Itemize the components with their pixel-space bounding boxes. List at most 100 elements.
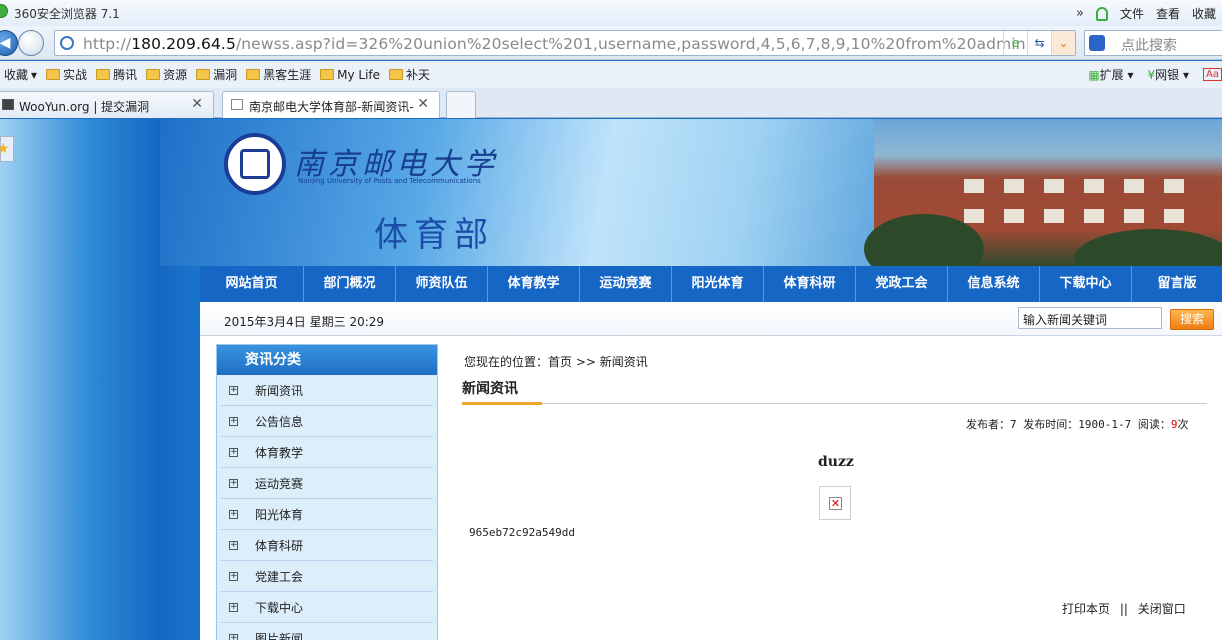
folder-icon: [46, 69, 61, 80]
fav-collect[interactable]: 收藏 ▾: [4, 66, 37, 83]
search-button[interactable]: 搜索: [1170, 309, 1214, 330]
nav-info-system[interactable]: 信息系统: [948, 266, 1040, 302]
category-title: 资讯分类: [217, 345, 437, 375]
print-link[interactable]: 打印本页: [1062, 602, 1110, 616]
menu-favorites[interactable]: 收藏: [1192, 5, 1216, 22]
broken-image-icon: ✕: [819, 486, 851, 520]
nav-teaching[interactable]: 体育教学: [488, 266, 580, 302]
page-favicon-icon: [231, 99, 243, 110]
extensions-button[interactable]: ▦扩展 ▾: [1088, 66, 1133, 83]
fav-item[interactable]: My Life: [320, 68, 380, 82]
building-photo: [864, 119, 1222, 266]
compat-mode-icon[interactable]: e: [1003, 31, 1027, 55]
close-icon[interactable]: ✕: [191, 96, 203, 112]
new-tab-button[interactable]: [446, 91, 476, 118]
back-button[interactable]: ◀: [0, 30, 18, 56]
folder-icon: [320, 69, 335, 80]
article-tools: 打印本页 || 关闭窗口: [1062, 600, 1186, 617]
meta-suffix: 次: [1177, 418, 1189, 431]
nav-about[interactable]: 部门概况: [304, 266, 396, 302]
menu-file[interactable]: 文件: [1120, 5, 1144, 22]
category-item[interactable]: + 体育教学: [221, 437, 433, 468]
sidebar-toggle[interactable]: ★: [0, 136, 14, 162]
ext-label: 扩展: [1099, 68, 1124, 82]
category-item[interactable]: + 阳光体育: [221, 499, 433, 530]
browser-menu: » 文件 查看 收藏: [1076, 5, 1222, 22]
category-label: 下载中心: [255, 601, 304, 615]
pdf-icon[interactable]: Aa: [1203, 68, 1222, 81]
fav-label: My Life: [337, 67, 381, 82]
expand-icon: +: [229, 447, 238, 457]
fav-label: 漏洞: [213, 68, 238, 82]
category-item[interactable]: + 运动竞赛: [221, 468, 433, 499]
nav-research[interactable]: 体育科研: [764, 266, 856, 302]
search-engine-icon[interactable]: [1089, 35, 1105, 51]
fav-item[interactable]: 实战: [46, 66, 87, 83]
tab-wooyun[interactable]: WooYun.org | 提交漏洞 ✕: [0, 91, 214, 118]
expand-icon: +: [229, 634, 238, 640]
category-item[interactable]: + 体育科研: [221, 530, 433, 561]
expand-icon: +: [229, 509, 238, 519]
school-emblem: [224, 133, 286, 195]
nav-downloads[interactable]: 下载中心: [1040, 266, 1132, 302]
main-nav: 网站首页 部门概况 师资队伍 体育教学 运动竞赛 阳光体育 体育科研 党政工会 …: [200, 266, 1222, 302]
fav-label: 资源: [163, 68, 188, 82]
category-item[interactable]: + 新闻资讯: [221, 375, 433, 406]
search-placeholder: 点此搜索: [1121, 38, 1177, 54]
user-icon[interactable]: [1095, 6, 1108, 21]
category-item[interactable]: + 公告信息: [221, 406, 433, 437]
refresh-icon[interactable]: ⇆: [1027, 31, 1051, 55]
fav-label: 补天: [406, 68, 431, 82]
date-bar: 2015年3月4日 星期三 20:29 输入新闻关键词 搜索: [200, 302, 1222, 336]
fav-item[interactable]: 资源: [146, 66, 187, 83]
tab-njupt[interactable]: 南京邮电大学体育部-新闻资讯- ✕: [222, 91, 440, 118]
category-label: 图片新闻: [255, 632, 304, 640]
news-search-input[interactable]: 输入新闻关键词: [1018, 307, 1162, 329]
school-name-en: Nanjing University of Posts and Telecomm…: [298, 177, 481, 185]
category-panel: 资讯分类 + 新闻资讯 + 公告信息 + 体育教学 + 运动竞赛 + 阳光体育 + 体育科研…: [216, 344, 438, 640]
search-box[interactable]: 点此搜索: [1084, 30, 1222, 56]
ebank-label: 网银: [1155, 68, 1180, 82]
nav-guestbook[interactable]: 留言版: [1132, 266, 1222, 302]
category-item[interactable]: + 图片新闻: [221, 623, 433, 640]
expand-icon: +: [229, 478, 238, 488]
close-window-link[interactable]: 关闭窗口: [1138, 602, 1186, 616]
address-tools: e ⇆ ⌄: [1003, 31, 1075, 55]
fav-item[interactable]: 腾讯: [96, 66, 137, 83]
nav-home[interactable]: 网站首页: [200, 266, 304, 302]
fav-item[interactable]: 黑客生涯: [246, 66, 311, 83]
content-area: 2015年3月4日 星期三 20:29 输入新闻关键词 搜索 资讯分类 + 新闻资…: [200, 302, 1222, 640]
dept-name: 体育部: [374, 215, 494, 255]
nav-sunshine[interactable]: 阳光体育: [672, 266, 764, 302]
breadcrumb: 您现在的位置：首页 >> 新闻资讯: [464, 355, 648, 369]
fav-item[interactable]: 补天: [389, 66, 430, 83]
current-date: 2015年3月4日 星期三 20:29: [224, 315, 385, 329]
url-prefix: http://: [83, 35, 132, 53]
close-icon[interactable]: ✕: [417, 96, 429, 112]
category-label: 新闻资讯: [255, 384, 304, 398]
category-label: 阳光体育: [255, 508, 304, 522]
article-meta: 发布者：7 发布时间：1900-1-7 阅读：9次: [966, 416, 1188, 432]
ebank-button[interactable]: ¥网银 ▾: [1148, 66, 1190, 83]
nav-competition[interactable]: 运动竞赛: [580, 266, 672, 302]
dropdown-icon[interactable]: ⌄: [1051, 31, 1075, 55]
nav-faculty[interactable]: 师资队伍: [396, 266, 488, 302]
fav-item[interactable]: 漏洞: [196, 66, 237, 83]
folder-icon: [146, 69, 161, 80]
divider: [462, 403, 1207, 404]
menu-view[interactable]: 查看: [1156, 5, 1180, 22]
article-body: 965eb72c92a549dd: [469, 526, 575, 539]
forward-button[interactable]: [18, 30, 44, 56]
favorites-bar: 收藏 ▾ 实战 腾讯 资源 漏洞 黑客生涯 My Life 补天 ▦扩展 ▾ ¥…: [0, 61, 1222, 88]
nav-party[interactable]: 党政工会: [856, 266, 948, 302]
folder-icon: [196, 69, 211, 80]
category-label: 党建工会: [255, 570, 304, 584]
star-icon: ★: [0, 141, 10, 157]
chevron-more-icon[interactable]: »: [1076, 6, 1084, 21]
web-page: ★ 南京邮电大学 Nanjing University of Posts and…: [0, 119, 1222, 640]
category-item[interactable]: + 党建工会: [221, 561, 433, 592]
category-item[interactable]: + 下载中心: [221, 592, 433, 623]
address-url[interactable]: http://180.209.64.5/newss.asp?id=326%20u…: [83, 35, 1026, 53]
browser-logo-icon: [0, 4, 8, 18]
address-bar[interactable]: http://180.209.64.5/newss.asp?id=326%20u…: [54, 30, 1076, 56]
